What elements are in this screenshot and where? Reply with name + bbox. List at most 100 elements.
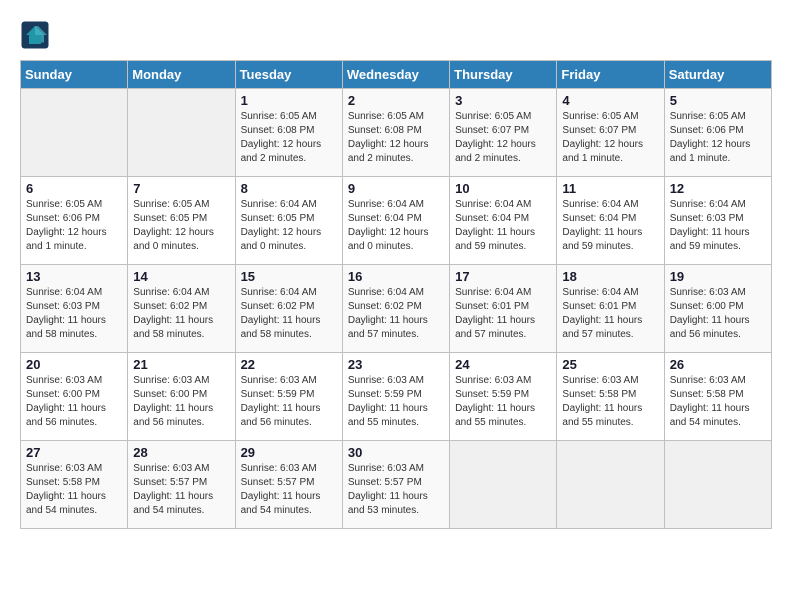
day-number: 4: [562, 93, 658, 108]
day-info: Sunrise: 6:03 AM Sunset: 5:59 PM Dayligh…: [455, 374, 551, 430]
day-number: 9: [348, 181, 444, 196]
day-info: Sunrise: 6:04 AM Sunset: 6:02 PM Dayligh…: [241, 286, 337, 342]
day-number: 23: [348, 357, 444, 372]
day-info: Sunrise: 6:04 AM Sunset: 6:01 PM Dayligh…: [562, 286, 658, 342]
day-number: 30: [348, 445, 444, 460]
calendar-cell: 11 Sunrise: 6:04 AM Sunset: 6:04 PM Dayli…: [557, 177, 664, 265]
calendar-cell: 8 Sunrise: 6:04 AM Sunset: 6:05 PM Daylig…: [235, 177, 342, 265]
logo-icon: [20, 20, 50, 50]
weekday-header: Tuesday: [235, 61, 342, 89]
day-info: Sunrise: 6:04 AM Sunset: 6:03 PM Dayligh…: [670, 198, 766, 254]
day-number: 5: [670, 93, 766, 108]
day-number: 26: [670, 357, 766, 372]
calendar-cell: 21 Sunrise: 6:03 AM Sunset: 6:00 PM Dayli…: [128, 353, 235, 441]
day-number: 17: [455, 269, 551, 284]
day-number: 25: [562, 357, 658, 372]
calendar-cell: 6Sunrise: 6:05 AM Sunset: 6:06 PM Daylig…: [21, 177, 128, 265]
day-number: 27: [26, 445, 122, 460]
day-number: 13: [26, 269, 122, 284]
calendar-cell: [664, 441, 771, 529]
day-info: Sunrise: 6:05 AM Sunset: 6:07 PM Dayligh…: [455, 110, 551, 166]
day-info: Sunrise: 6:03 AM Sunset: 5:58 PM Dayligh…: [670, 374, 766, 430]
calendar-week-row: 6Sunrise: 6:05 AM Sunset: 6:06 PM Daylig…: [21, 177, 772, 265]
day-info: Sunrise: 6:05 AM Sunset: 6:08 PM Dayligh…: [241, 110, 337, 166]
calendar-cell: 15 Sunrise: 6:04 AM Sunset: 6:02 PM Dayli…: [235, 265, 342, 353]
day-info: Sunrise: 6:03 AM Sunset: 6:00 PM Dayligh…: [133, 374, 229, 430]
day-info: Sunrise: 6:04 AM Sunset: 6:02 PM Dayligh…: [133, 286, 229, 342]
weekday-header: Saturday: [664, 61, 771, 89]
calendar-cell: [557, 441, 664, 529]
day-info: Sunrise: 6:03 AM Sunset: 5:58 PM Dayligh…: [26, 462, 122, 518]
day-number: 28: [133, 445, 229, 460]
day-info: Sunrise: 6:03 AM Sunset: 6:00 PM Dayligh…: [670, 286, 766, 342]
calendar-week-row: 1 Sunrise: 6:05 AM Sunset: 6:08 PM Daylig…: [21, 89, 772, 177]
calendar-cell: 22 Sunrise: 6:03 AM Sunset: 5:59 PM Dayli…: [235, 353, 342, 441]
day-info: Sunrise: 6:03 AM Sunset: 6:00 PM Dayligh…: [26, 374, 122, 430]
calendar-cell: 7 Sunrise: 6:05 AM Sunset: 6:05 PM Daylig…: [128, 177, 235, 265]
weekday-header: Wednesday: [342, 61, 449, 89]
day-info: Sunrise: 6:04 AM Sunset: 6:01 PM Dayligh…: [455, 286, 551, 342]
logo: [20, 20, 54, 50]
day-number: 29: [241, 445, 337, 460]
day-info: Sunrise: 6:04 AM Sunset: 6:03 PM Dayligh…: [26, 286, 122, 342]
calendar-cell: 23 Sunrise: 6:03 AM Sunset: 5:59 PM Dayli…: [342, 353, 449, 441]
day-number: 7: [133, 181, 229, 196]
weekday-header: Monday: [128, 61, 235, 89]
calendar-cell: 4 Sunrise: 6:05 AM Sunset: 6:07 PM Daylig…: [557, 89, 664, 177]
day-number: 20: [26, 357, 122, 372]
day-number: 12: [670, 181, 766, 196]
calendar-cell: 24 Sunrise: 6:03 AM Sunset: 5:59 PM Dayli…: [450, 353, 557, 441]
calendar-cell: 1 Sunrise: 6:05 AM Sunset: 6:08 PM Daylig…: [235, 89, 342, 177]
calendar-cell: 20 Sunrise: 6:03 AM Sunset: 6:00 PM Dayli…: [21, 353, 128, 441]
day-info: Sunrise: 6:04 AM Sunset: 6:05 PM Dayligh…: [241, 198, 337, 254]
day-number: 10: [455, 181, 551, 196]
day-number: 19: [670, 269, 766, 284]
weekday-header-row: SundayMondayTuesdayWednesdayThursdayFrid…: [21, 61, 772, 89]
calendar-week-row: 13 Sunrise: 6:04 AM Sunset: 6:03 PM Dayli…: [21, 265, 772, 353]
day-number: 15: [241, 269, 337, 284]
page-header: [20, 20, 772, 50]
calendar-cell: [450, 441, 557, 529]
day-info: Sunrise: 6:03 AM Sunset: 5:57 PM Dayligh…: [348, 462, 444, 518]
calendar-cell: 2 Sunrise: 6:05 AM Sunset: 6:08 PM Daylig…: [342, 89, 449, 177]
day-number: 14: [133, 269, 229, 284]
day-number: 2: [348, 93, 444, 108]
day-number: 1: [241, 93, 337, 108]
calendar-cell: 25 Sunrise: 6:03 AM Sunset: 5:58 PM Dayli…: [557, 353, 664, 441]
calendar-cell: 17 Sunrise: 6:04 AM Sunset: 6:01 PM Dayli…: [450, 265, 557, 353]
day-number: 21: [133, 357, 229, 372]
weekday-header: Friday: [557, 61, 664, 89]
calendar-week-row: 20 Sunrise: 6:03 AM Sunset: 6:00 PM Dayli…: [21, 353, 772, 441]
calendar-cell: 16Sunrise: 6:04 AM Sunset: 6:02 PM Dayli…: [342, 265, 449, 353]
day-number: 24: [455, 357, 551, 372]
day-info: Sunrise: 6:03 AM Sunset: 5:57 PM Dayligh…: [241, 462, 337, 518]
calendar-cell: 13 Sunrise: 6:04 AM Sunset: 6:03 PM Dayli…: [21, 265, 128, 353]
day-info: Sunrise: 6:04 AM Sunset: 6:04 PM Dayligh…: [348, 198, 444, 254]
day-number: 11: [562, 181, 658, 196]
day-number: 22: [241, 357, 337, 372]
calendar-cell: 26 Sunrise: 6:03 AM Sunset: 5:58 PM Dayli…: [664, 353, 771, 441]
day-info: Sunrise: 6:03 AM Sunset: 5:59 PM Dayligh…: [348, 374, 444, 430]
calendar-cell: 12 Sunrise: 6:04 AM Sunset: 6:03 PM Dayli…: [664, 177, 771, 265]
calendar-table: SundayMondayTuesdayWednesdayThursdayFrid…: [20, 60, 772, 529]
calendar-cell: [21, 89, 128, 177]
day-info: Sunrise: 6:03 AM Sunset: 5:59 PM Dayligh…: [241, 374, 337, 430]
calendar-cell: 19 Sunrise: 6:03 AM Sunset: 6:00 PM Dayli…: [664, 265, 771, 353]
day-info: Sunrise: 6:05 AM Sunset: 6:08 PM Dayligh…: [348, 110, 444, 166]
calendar-cell: 5Sunrise: 6:05 AM Sunset: 6:06 PM Daylig…: [664, 89, 771, 177]
day-info: Sunrise: 6:03 AM Sunset: 5:58 PM Dayligh…: [562, 374, 658, 430]
day-info: Sunrise: 6:05 AM Sunset: 6:07 PM Dayligh…: [562, 110, 658, 166]
calendar-cell: 9 Sunrise: 6:04 AM Sunset: 6:04 PM Daylig…: [342, 177, 449, 265]
calendar-cell: 18Sunrise: 6:04 AM Sunset: 6:01 PM Dayli…: [557, 265, 664, 353]
calendar-cell: 28Sunrise: 6:03 AM Sunset: 5:57 PM Dayli…: [128, 441, 235, 529]
day-number: 8: [241, 181, 337, 196]
weekday-header: Thursday: [450, 61, 557, 89]
day-info: Sunrise: 6:04 AM Sunset: 6:04 PM Dayligh…: [562, 198, 658, 254]
calendar-cell: [128, 89, 235, 177]
calendar-week-row: 27 Sunrise: 6:03 AM Sunset: 5:58 PM Dayli…: [21, 441, 772, 529]
day-info: Sunrise: 6:05 AM Sunset: 6:06 PM Dayligh…: [26, 198, 122, 254]
day-info: Sunrise: 6:04 AM Sunset: 6:04 PM Dayligh…: [455, 198, 551, 254]
calendar-cell: 14 Sunrise: 6:04 AM Sunset: 6:02 PM Dayli…: [128, 265, 235, 353]
calendar-cell: 29 Sunrise: 6:03 AM Sunset: 5:57 PM Dayli…: [235, 441, 342, 529]
day-info: Sunrise: 6:05 AM Sunset: 6:05 PM Dayligh…: [133, 198, 229, 254]
